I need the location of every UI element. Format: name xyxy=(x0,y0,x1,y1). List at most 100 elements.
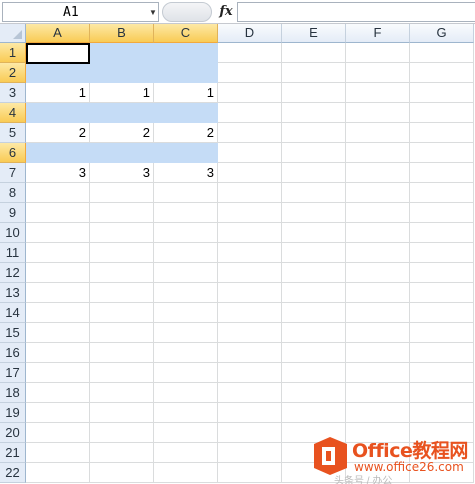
cell-c19[interactable] xyxy=(154,403,218,423)
cell-a19[interactable] xyxy=(26,403,90,423)
worksheet-grid[interactable]: ABCDEFG 1 2 3 4 5 6 7 8 9 10 11 12 13 14 15 16 17 18 19 20 2… xyxy=(0,24,475,484)
cell-d18[interactable] xyxy=(218,383,282,403)
cell-f5[interactable] xyxy=(346,123,410,143)
cell-b18[interactable] xyxy=(90,383,154,403)
row-header-13[interactable]: 13 xyxy=(0,283,26,303)
cell-b22[interactable] xyxy=(90,463,154,483)
cell-b7[interactable]: 3 xyxy=(90,163,154,183)
cell-a22[interactable] xyxy=(26,463,90,483)
cell-a12[interactable] xyxy=(26,263,90,283)
row-header-10[interactable]: 10 xyxy=(0,223,26,243)
row-header-18[interactable]: 18 xyxy=(0,383,26,403)
cell-b15[interactable] xyxy=(90,323,154,343)
cell-f1[interactable] xyxy=(346,43,410,63)
cell-g12[interactable] xyxy=(410,263,474,283)
cell-d15[interactable] xyxy=(218,323,282,343)
cell-e10[interactable] xyxy=(282,223,346,243)
row-header-16[interactable]: 16 xyxy=(0,343,26,363)
select-all-button[interactable] xyxy=(0,24,26,43)
cell-g17[interactable] xyxy=(410,363,474,383)
column-header-f[interactable]: F xyxy=(346,24,410,43)
cell-b9[interactable] xyxy=(90,203,154,223)
cell-f19[interactable] xyxy=(346,403,410,423)
cell-d11[interactable] xyxy=(218,243,282,263)
active-cell-a1[interactable] xyxy=(26,43,90,64)
cell-a11[interactable] xyxy=(26,243,90,263)
cell-c5[interactable]: 2 xyxy=(154,123,218,143)
row-header-11[interactable]: 11 xyxy=(0,243,26,263)
cell-g15[interactable] xyxy=(410,323,474,343)
row-header-3[interactable]: 3 xyxy=(0,83,26,103)
cell-d21[interactable] xyxy=(218,443,282,463)
cell-c18[interactable] xyxy=(154,383,218,403)
cell-f8[interactable] xyxy=(346,183,410,203)
cell-a17[interactable] xyxy=(26,363,90,383)
cell-d17[interactable] xyxy=(218,363,282,383)
column-header-e[interactable]: E xyxy=(282,24,346,43)
cell-c9[interactable] xyxy=(154,203,218,223)
cell-g13[interactable] xyxy=(410,283,474,303)
cell-f15[interactable] xyxy=(346,323,410,343)
cell-b14[interactable] xyxy=(90,303,154,323)
cell-e5[interactable] xyxy=(282,123,346,143)
cell-a18[interactable] xyxy=(26,383,90,403)
cell-b3[interactable]: 1 xyxy=(90,83,154,103)
cell-f7[interactable] xyxy=(346,163,410,183)
cell-b4[interactable] xyxy=(90,103,154,123)
row-header-20[interactable]: 20 xyxy=(0,423,26,443)
row-header-17[interactable]: 17 xyxy=(0,363,26,383)
name-box[interactable]: A1 ▼ xyxy=(2,2,159,22)
cell-f18[interactable] xyxy=(346,383,410,403)
cell-d5[interactable] xyxy=(218,123,282,143)
row-header-9[interactable]: 9 xyxy=(0,203,26,223)
row-header-22[interactable]: 22 xyxy=(0,463,26,483)
row-header-12[interactable]: 12 xyxy=(0,263,26,283)
cell-b21[interactable] xyxy=(90,443,154,463)
cell-f16[interactable] xyxy=(346,343,410,363)
cell-e7[interactable] xyxy=(282,163,346,183)
cell-c11[interactable] xyxy=(154,243,218,263)
cell-e17[interactable] xyxy=(282,363,346,383)
row-header-5[interactable]: 5 xyxy=(0,123,26,143)
cell-d13[interactable] xyxy=(218,283,282,303)
cell-d20[interactable] xyxy=(218,423,282,443)
cell-a15[interactable] xyxy=(26,323,90,343)
cell-f4[interactable] xyxy=(346,103,410,123)
cell-d3[interactable] xyxy=(218,83,282,103)
cell-g6[interactable] xyxy=(410,143,474,163)
row-header-4[interactable]: 4 xyxy=(0,103,26,123)
cell-e11[interactable] xyxy=(282,243,346,263)
cell-e16[interactable] xyxy=(282,343,346,363)
cell-g2[interactable] xyxy=(410,63,474,83)
cell-b10[interactable] xyxy=(90,223,154,243)
column-header-a[interactable]: A xyxy=(26,24,90,43)
cell-b5[interactable]: 2 xyxy=(90,123,154,143)
formula-bar-splitter[interactable] xyxy=(162,2,340,22)
cell-d22[interactable] xyxy=(218,463,282,483)
cell-a21[interactable] xyxy=(26,443,90,463)
row-header-1[interactable]: 1 xyxy=(0,43,26,63)
cell-e4[interactable] xyxy=(282,103,346,123)
cell-g9[interactable] xyxy=(410,203,474,223)
cell-a9[interactable] xyxy=(26,203,90,223)
cell-e6[interactable] xyxy=(282,143,346,163)
cell-a3[interactable]: 1 xyxy=(26,83,90,103)
cell-f14[interactable] xyxy=(346,303,410,323)
cell-d19[interactable] xyxy=(218,403,282,423)
cell-g7[interactable] xyxy=(410,163,474,183)
column-header-g[interactable]: G xyxy=(410,24,474,43)
cell-b19[interactable] xyxy=(90,403,154,423)
cell-c1[interactable] xyxy=(154,43,218,63)
cell-d4[interactable] xyxy=(218,103,282,123)
column-header-c[interactable]: C xyxy=(154,24,218,43)
cell-f13[interactable] xyxy=(346,283,410,303)
cell-g5[interactable] xyxy=(410,123,474,143)
cell-c15[interactable] xyxy=(154,323,218,343)
cell-e1[interactable] xyxy=(282,43,346,63)
row-header-6[interactable]: 6 xyxy=(0,143,26,163)
cell-g16[interactable] xyxy=(410,343,474,363)
cell-g8[interactable] xyxy=(410,183,474,203)
cell-c4[interactable] xyxy=(154,103,218,123)
row-header-19[interactable]: 19 xyxy=(0,403,26,423)
row-header-15[interactable]: 15 xyxy=(0,323,26,343)
